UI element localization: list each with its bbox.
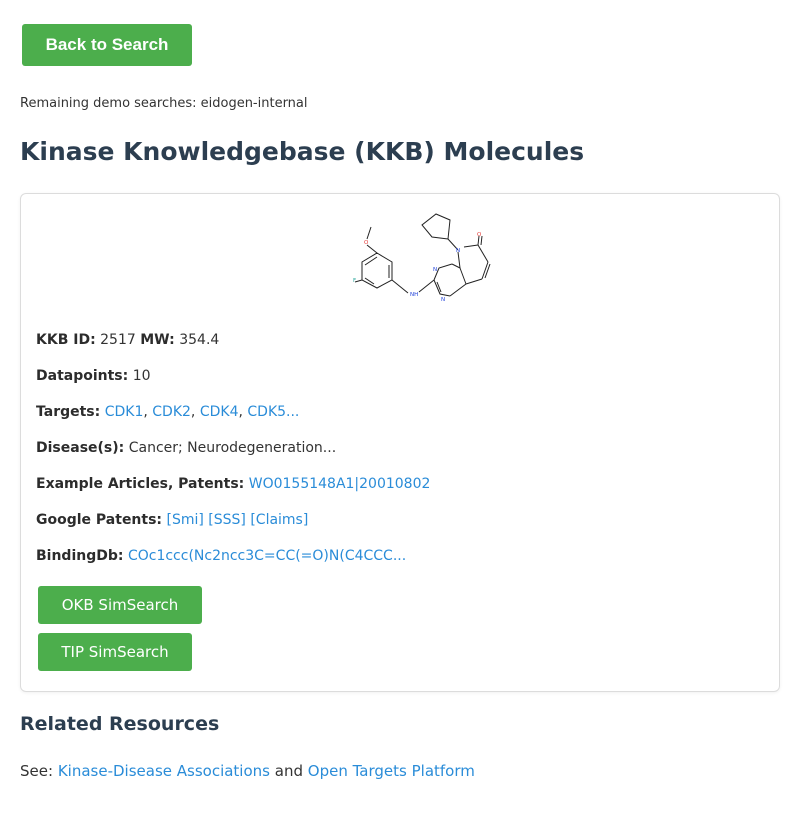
kkb-id-value: 2517 bbox=[100, 332, 136, 348]
kkb-id-label: KKB ID: bbox=[36, 332, 96, 348]
disease-label: Disease(s): bbox=[36, 440, 125, 456]
google-patents-row: Google Patents: [Smi] [SSS] [Claims] bbox=[36, 512, 308, 528]
datapoints-row: Datapoints: 10 bbox=[36, 368, 151, 384]
remaining-searches-text: Remaining demo searches: eidogen-interna… bbox=[20, 96, 308, 111]
disease-row: Disease(s): Cancer; Neurodegeneration... bbox=[36, 440, 336, 456]
datapoints-label: Datapoints: bbox=[36, 368, 129, 384]
article-patent-link[interactable]: WO0155148A1|20010802 bbox=[249, 476, 431, 492]
kinase-disease-associations-link[interactable]: Kinase-Disease Associations bbox=[58, 762, 270, 780]
google-patents-label: Google Patents: bbox=[36, 512, 163, 528]
articles-label: Example Articles, Patents: bbox=[36, 476, 245, 492]
carbonyl-oxygen-label: O bbox=[477, 232, 482, 238]
nh-atom-label: NH bbox=[410, 292, 418, 298]
open-targets-platform-link[interactable]: Open Targets Platform bbox=[308, 762, 475, 780]
disease-value: Cancer; Neurodegeneration... bbox=[128, 440, 337, 456]
back-to-search-button[interactable]: Back to Search bbox=[22, 24, 192, 66]
related-resources-text: See: Kinase-Disease Associations and Ope… bbox=[20, 762, 475, 780]
bindingdb-row: BindingDb: COc1ccc(Nc2ncc3C=CC(=O)N(C4CC… bbox=[36, 548, 406, 564]
tip-simsearch-button[interactable]: TIP SimSearch bbox=[38, 633, 192, 671]
google-claims-link[interactable]: [Claims] bbox=[250, 512, 308, 528]
ring-nitrogen-label: N bbox=[441, 297, 445, 303]
mw-value: 354.4 bbox=[179, 332, 220, 348]
page-title: Kinase Knowledgebase (KKB) Molecules bbox=[20, 137, 585, 166]
google-sss-link[interactable]: [SSS] bbox=[208, 512, 246, 528]
articles-row: Example Articles, Patents: WO0155148A1|2… bbox=[36, 476, 430, 492]
nitrogen-atom-label: N bbox=[456, 248, 460, 254]
bindingdb-link[interactable]: COc1ccc(Nc2ncc3C=CC(=O)N(C4CCC... bbox=[128, 548, 406, 564]
datapoints-value: 10 bbox=[132, 368, 151, 384]
fluorine-atom-label: F bbox=[353, 278, 356, 284]
target-link-cdk4[interactable]: CDK4 bbox=[200, 404, 239, 420]
molecule-structure-image: O F NH N O N N bbox=[353, 213, 491, 303]
okb-simsearch-button[interactable]: OKB SimSearch bbox=[38, 586, 202, 624]
google-smi-link[interactable]: [Smi] bbox=[166, 512, 203, 528]
see-label: See: bbox=[20, 762, 54, 780]
targets-row: Targets: CDK1, CDK2, CDK4, CDK5... bbox=[36, 404, 300, 420]
molecule-card: O F NH N O N N KKB ID: 2517 MW: 354.4 Da… bbox=[20, 193, 780, 692]
mw-label: MW: bbox=[140, 332, 175, 348]
oxygen-atom-label: O bbox=[364, 240, 369, 246]
and-text: and bbox=[274, 762, 303, 780]
related-resources-heading: Related Resources bbox=[20, 713, 220, 735]
target-link-cdk5[interactable]: CDK5... bbox=[247, 404, 299, 420]
ring-nitrogen-label: N bbox=[433, 267, 437, 273]
target-link-cdk1[interactable]: CDK1 bbox=[105, 404, 144, 420]
target-link-cdk2[interactable]: CDK2 bbox=[152, 404, 191, 420]
kkb-id-row: KKB ID: 2517 MW: 354.4 bbox=[36, 332, 219, 348]
bindingdb-label: BindingDb: bbox=[36, 548, 124, 564]
targets-label: Targets: bbox=[36, 404, 101, 420]
